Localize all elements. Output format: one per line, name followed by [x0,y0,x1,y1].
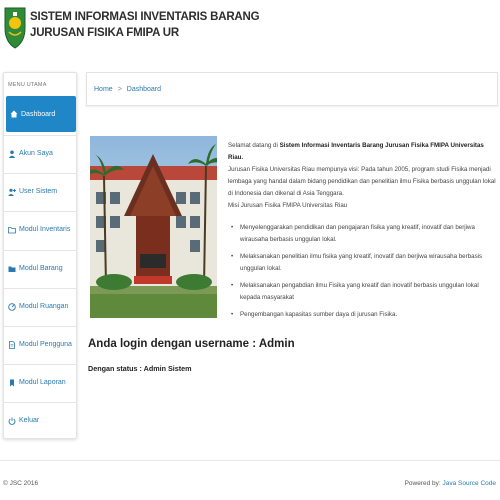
sidebar-item-dashboard[interactable]: Dashboard [6,96,76,132]
list-item: Melaksanakan pengabdian ilmu Fisika yang… [231,280,496,304]
app-header: SISTEM INFORMASI INVENTARIS BARANG JURUS… [0,0,500,62]
sidebar-item-akun-saya[interactable]: Akun Saya [4,135,76,171]
sidebar-heading: MENU UTAMA [8,82,47,88]
sidebar: MENU UTAMA Dashboard Akun Saya User Sist… [3,72,77,439]
document-icon [8,340,16,349]
sidebar-item-label: Modul Barang [19,265,63,272]
sidebar-item-modul-inventaris[interactable]: Modul Inventaris [4,211,76,247]
welcome-greeting: Selamat datang di Sistem Informasi Inven… [228,140,496,164]
university-logo-icon [4,7,26,49]
breadcrumb-current[interactable]: Dashboard [127,86,161,93]
welcome-greeting-prefix: Selamat datang di [228,142,280,149]
faculty-building-photo [90,136,217,318]
sidebar-item-label: Modul Inventaris [19,226,71,233]
bookmark-icon [8,379,16,387]
login-status: Dengan status : Admin Sistem [88,364,192,373]
sidebar-item-keluar[interactable]: Keluar [4,402,76,438]
list-item: Melaksanakan penelitian ilmu fisika yang… [231,251,496,275]
breadcrumb: Home > Dashboard [86,72,498,106]
power-icon [8,417,16,425]
sidebar-item-label: Modul Pengguna [19,341,72,348]
login-info-title: Anda login dengan username : Admin [88,338,295,350]
folder-icon [8,226,16,234]
powered-by-link[interactable]: Java Source Code [443,480,496,487]
sidebar-item-label: Modul Ruangan [19,303,69,310]
sidebar-item-label: Modul Laporan [19,379,66,386]
footer-powered-by: Powered by: Java Source Code [405,480,496,487]
footer-divider [0,460,500,461]
gauge-icon [8,302,16,311]
sidebar-item-label: Akun Saya [19,150,53,157]
visi-text: Jurusan Fisika Universitas Riau mempunya… [228,166,496,197]
sidebar-item-label: Keluar [19,417,40,424]
list-item: Menyelenggarakan pendidikan dan pengajar… [231,222,496,246]
misi-list: Menyelenggarakan pendidikan dan pengajar… [228,222,496,321]
breadcrumb-separator: > [117,85,122,93]
footer-copyright: © JSC 2016 [3,480,39,487]
sidebar-item-user-sistem[interactable]: User Sistem [4,173,76,209]
app-subtitle: JURUSAN FISIKA FMIPA UR [30,27,179,39]
sidebar-item-label: User Sistem [19,188,58,195]
app-title: SISTEM INFORMASI INVENTARIS BARANG [30,11,260,23]
user-icon [8,150,16,158]
sidebar-item-modul-laporan[interactable]: Modul Laporan [4,364,76,400]
sidebar-item-label: Dashboard [21,110,56,118]
misi-heading: Misi Jurusan Fisika FMIPA Universitas Ri… [228,202,348,209]
list-item: Pengembangan kapasitas sumber daya di ju… [231,309,496,321]
sidebar-item-modul-ruangan[interactable]: Modul Ruangan [4,288,76,324]
breadcrumb-home-link[interactable]: Home [94,86,113,93]
sidebar-item-modul-barang[interactable]: Modul Barang [4,250,76,286]
welcome-section: Selamat datang di Sistem Informasi Inven… [228,140,496,326]
user-plus-icon [8,188,16,196]
folder-icon [8,265,16,273]
sidebar-item-modul-pengguna[interactable]: Modul Pengguna [4,326,76,362]
powered-by-label: Powered by: [404,480,443,487]
home-icon [10,110,18,118]
